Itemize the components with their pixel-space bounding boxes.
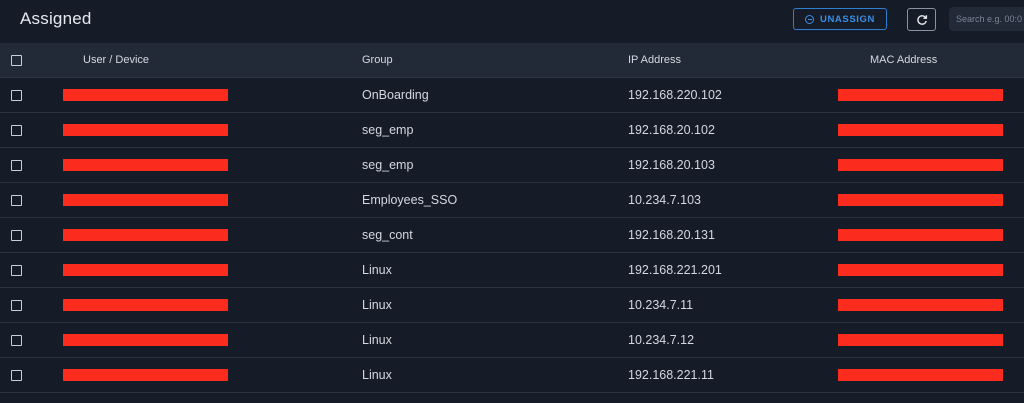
- group-cell: Linux: [362, 263, 392, 277]
- redacted-mac-address: [838, 159, 1003, 171]
- ip-address-cell: 192.168.20.131: [628, 228, 715, 242]
- redacted-mac-address: [838, 229, 1003, 241]
- ip-address-cell: 10.234.7.103: [628, 193, 701, 207]
- ip-address-cell: 192.168.220.102: [628, 88, 722, 102]
- row-checkbox[interactable]: [11, 159, 22, 171]
- row-checkbox[interactable]: [11, 264, 22, 276]
- row-checkbox[interactable]: [11, 299, 22, 311]
- table-row[interactable]: Linux 10.234.7.11: [0, 288, 1024, 323]
- redacted-user-device: [63, 89, 228, 101]
- table-row[interactable]: Employees_SSO 10.234.7.103: [0, 183, 1024, 218]
- column-header-group[interactable]: Group: [362, 43, 393, 77]
- redacted-user-device: [63, 369, 228, 381]
- table-header: User / Device Group IP Address MAC Addre…: [0, 43, 1024, 78]
- redacted-user-device: [63, 334, 228, 346]
- table-row[interactable]: OnBoarding 192.168.220.102: [0, 78, 1024, 113]
- select-all-checkbox[interactable]: [11, 54, 22, 66]
- table-row[interactable]: Linux 10.234.7.12: [0, 323, 1024, 358]
- redacted-mac-address: [838, 194, 1003, 206]
- redacted-user-device: [63, 229, 228, 241]
- group-cell: seg_emp: [362, 123, 414, 137]
- table-row[interactable]: Linux 192.168.221.11: [0, 358, 1024, 393]
- column-header-ip[interactable]: IP Address: [628, 43, 681, 77]
- toolbar: Assigned UNASSIGN: [0, 0, 1024, 42]
- page-title: Assigned: [20, 9, 92, 28]
- redacted-mac-address: [838, 124, 1003, 136]
- ip-address-cell: 192.168.20.102: [628, 123, 715, 137]
- row-checkbox[interactable]: [11, 89, 22, 101]
- redacted-user-device: [63, 194, 228, 206]
- row-checkbox[interactable]: [11, 194, 22, 206]
- redacted-mac-address: [838, 369, 1003, 381]
- redacted-mac-address: [838, 334, 1003, 346]
- group-cell: Linux: [362, 298, 392, 312]
- assigned-table: User / Device Group IP Address MAC Addre…: [0, 43, 1024, 393]
- refresh-button[interactable]: [907, 8, 936, 31]
- group-cell: OnBoarding: [362, 88, 429, 102]
- unassign-button[interactable]: UNASSIGN: [793, 8, 887, 30]
- refresh-icon: [916, 14, 927, 25]
- group-cell: seg_emp: [362, 158, 414, 172]
- ip-address-cell: 192.168.221.201: [628, 263, 722, 277]
- redacted-user-device: [63, 264, 228, 276]
- unassign-button-label: UNASSIGN: [820, 13, 875, 25]
- row-checkbox[interactable]: [11, 369, 22, 381]
- ip-address-cell: 10.234.7.12: [628, 333, 695, 347]
- redacted-user-device: [63, 124, 228, 136]
- group-cell: Employees_SSO: [362, 193, 458, 207]
- ip-address-cell: 192.168.20.103: [628, 158, 715, 172]
- redacted-mac-address: [838, 89, 1003, 101]
- row-checkbox[interactable]: [11, 229, 22, 241]
- redacted-mac-address: [838, 299, 1003, 311]
- ip-address-cell: 192.168.221.11: [628, 368, 714, 382]
- select-all-cell: [11, 43, 22, 77]
- table-row[interactable]: seg_emp 192.168.20.103: [0, 148, 1024, 183]
- column-header-user[interactable]: User / Device: [83, 43, 149, 77]
- redacted-user-device: [63, 299, 228, 311]
- row-checkbox[interactable]: [11, 334, 22, 346]
- group-cell: Linux: [362, 368, 392, 382]
- group-cell: Linux: [362, 333, 392, 347]
- search-input[interactable]: [949, 7, 1024, 31]
- redacted-user-device: [63, 159, 228, 171]
- table-row[interactable]: Linux 192.168.221.201: [0, 253, 1024, 288]
- group-cell: seg_cont: [362, 228, 413, 242]
- table-row[interactable]: seg_emp 192.168.20.102: [0, 113, 1024, 148]
- ip-address-cell: 10.234.7.11: [628, 298, 694, 312]
- minus-circle-icon: [805, 14, 815, 24]
- column-header-mac[interactable]: MAC Address: [870, 43, 937, 77]
- row-checkbox[interactable]: [11, 124, 22, 136]
- table-row[interactable]: seg_cont 192.168.20.131: [0, 218, 1024, 253]
- redacted-mac-address: [838, 264, 1003, 276]
